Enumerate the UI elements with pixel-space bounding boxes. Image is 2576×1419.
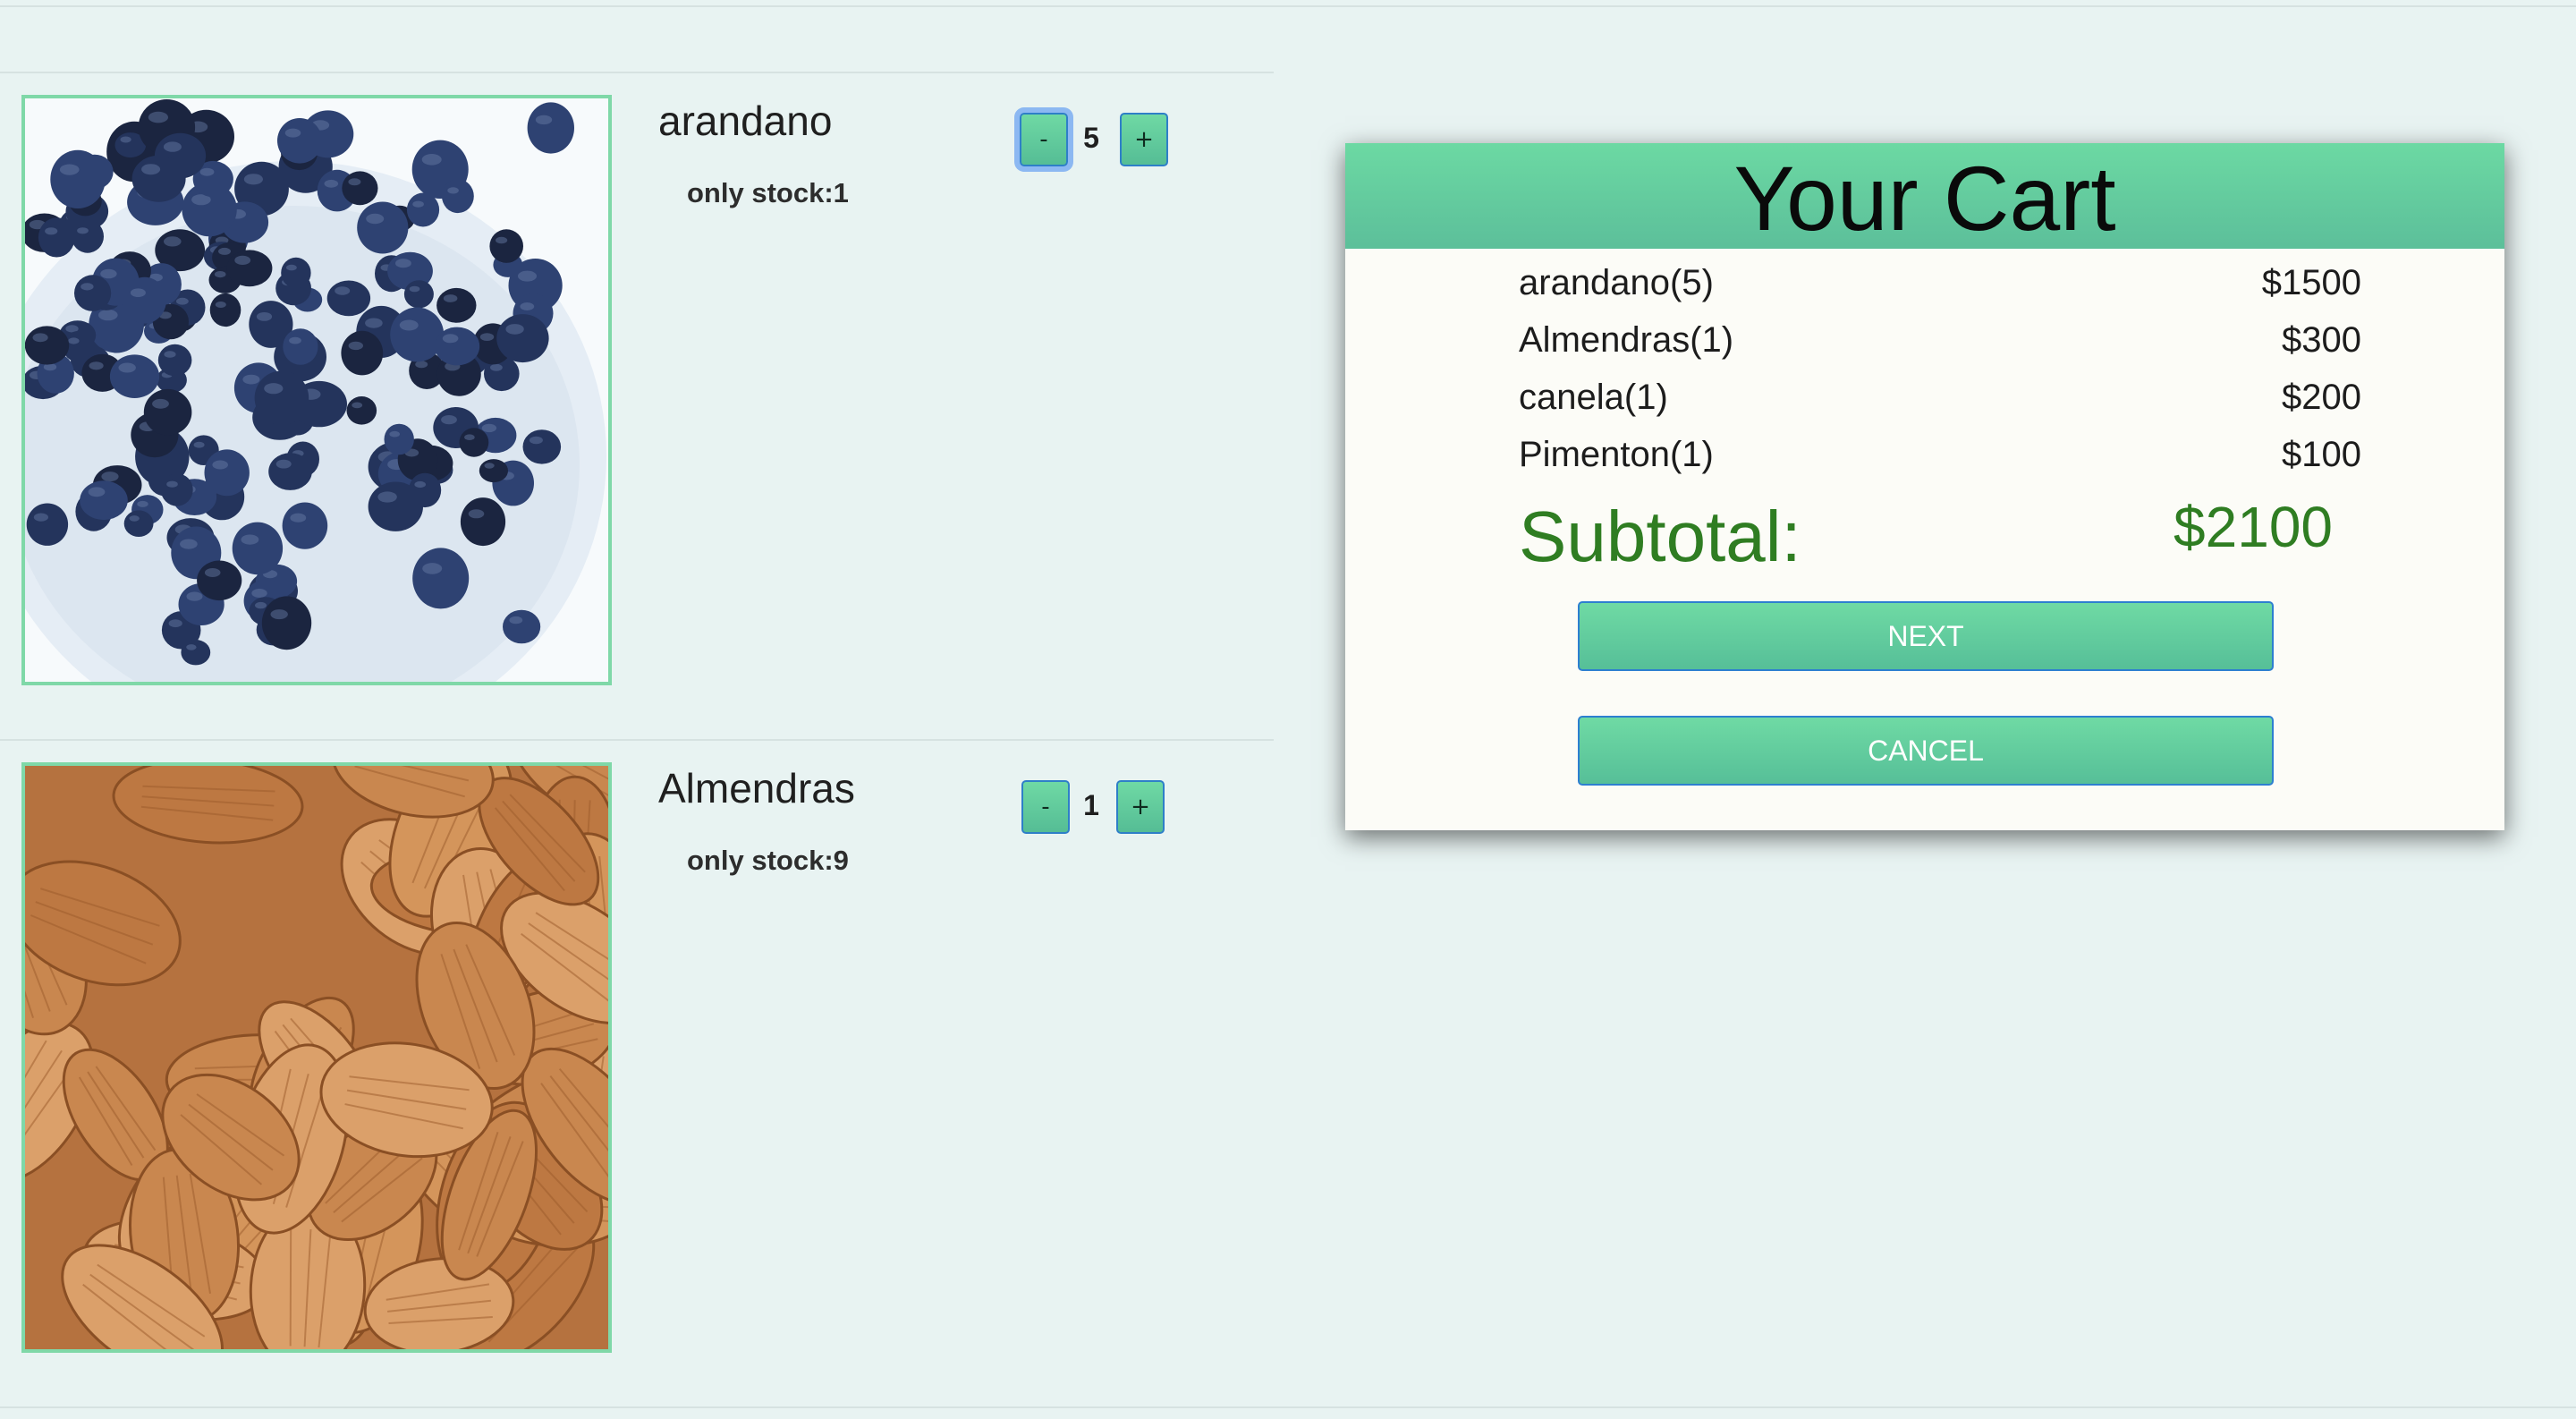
quantity-value: 1: [1083, 789, 1099, 821]
stock-label: only stock:1: [687, 177, 849, 208]
product-name: arandano: [658, 98, 833, 144]
subtotal-label: Subtotal:: [1519, 497, 1801, 576]
cart-item-label: Pimenton(1): [1519, 435, 1714, 474]
decrease-quantity-button[interactable]: -: [1020, 113, 1068, 166]
quantity-value: 5: [1083, 122, 1099, 154]
bottom-divider: [0, 1406, 2576, 1408]
product-name: Almendras: [658, 765, 855, 811]
cart-item: Almendras(1) $300: [1519, 320, 2361, 365]
cancel-button[interactable]: CANCEL: [1578, 716, 2274, 786]
cart-item-label: arandano(5): [1519, 263, 1714, 302]
cart-item-label: canela(1): [1519, 378, 1668, 417]
cart-title: Your Cart: [1733, 148, 2116, 250]
cart-item: Pimenton(1) $100: [1519, 435, 2361, 480]
decrease-quantity-button[interactable]: -: [1021, 780, 1070, 834]
stock-label: only stock:9: [687, 845, 849, 876]
cart-item: arandano(5) $1500: [1519, 263, 2361, 308]
product-divider: [0, 739, 1274, 741]
increase-quantity-button[interactable]: +: [1120, 113, 1168, 166]
cart-header: Your Cart: [1345, 143, 2504, 250]
cart-item-price: $1500: [2261, 263, 2361, 302]
cart-item-label: Almendras(1): [1519, 320, 1734, 360]
next-button[interactable]: NEXT: [1578, 601, 2274, 671]
product-image-arandano: [21, 95, 612, 685]
cart-panel: Your Cart arandano(5) $1500 Almendras(1)…: [1345, 143, 2504, 830]
product-divider: [0, 72, 1274, 73]
cart-item: canela(1) $200: [1519, 378, 2361, 422]
increase-quantity-button[interactable]: +: [1116, 780, 1165, 834]
cart-item-price: $300: [2282, 320, 2361, 360]
subtotal-value: $2100: [2174, 495, 2333, 559]
top-divider: [0, 5, 2576, 7]
blueberries-image: [25, 98, 608, 682]
cart-item-price: $200: [2282, 378, 2361, 417]
almonds-image: [25, 766, 608, 1349]
product-image-almendras: [21, 762, 612, 1353]
cart-item-price: $100: [2282, 435, 2361, 474]
